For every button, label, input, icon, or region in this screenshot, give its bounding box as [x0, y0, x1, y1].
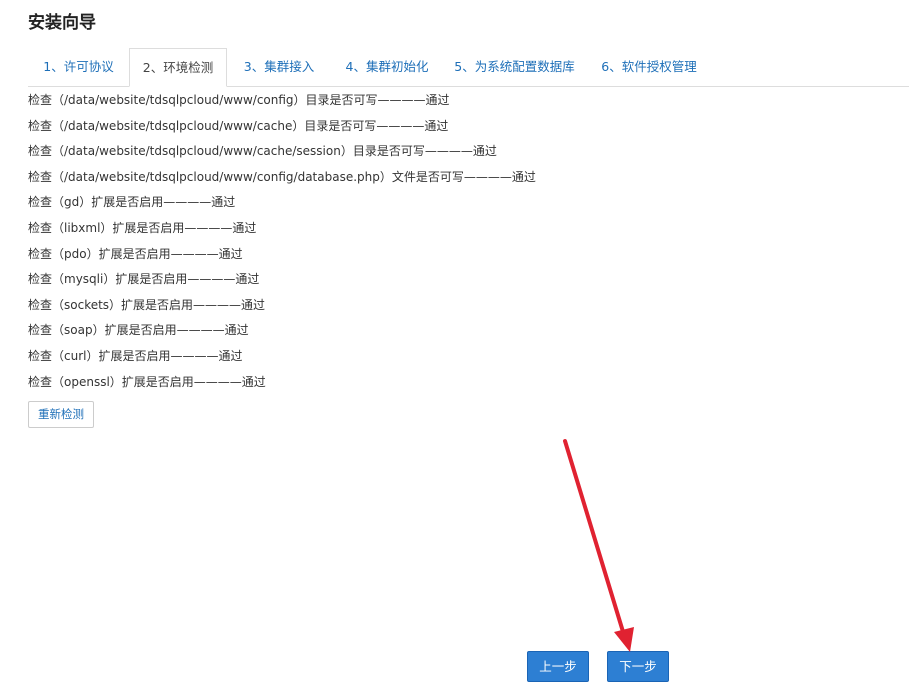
page-title: 安装向导	[28, 13, 96, 33]
check-result-line: 检查（soap）扩展是否启用————通过	[28, 323, 249, 338]
tab-cluster-access[interactable]: 3、集群接入	[227, 48, 331, 86]
prev-step-button[interactable]: 上一步	[527, 651, 589, 682]
tab-license-management[interactable]: 6、软件授权管理	[586, 48, 712, 86]
check-result-line: 检查（curl）扩展是否启用————通过	[28, 348, 243, 363]
check-result-line: 检查（mysqli）扩展是否启用————通过	[28, 272, 260, 287]
check-results-list: 检查（/data/website/tdsqlpcloud/www/config）…	[28, 88, 536, 395]
check-result-line: 检查（sockets）扩展是否启用————通过	[28, 297, 266, 312]
check-result-line: 检查（/data/website/tdsqlpcloud/www/cache/s…	[28, 144, 497, 159]
check-result-line: 检查（/data/website/tdsqlpcloud/www/config/…	[28, 169, 536, 184]
tab-license-agreement[interactable]: 1、许可协议	[28, 48, 129, 86]
tab-environment-check[interactable]: 2、环境检测	[129, 48, 227, 87]
check-result-line: 检查（libxml）扩展是否启用————通过	[28, 220, 257, 235]
next-step-button[interactable]: 下一步	[607, 651, 669, 682]
check-result-line: 检查（/data/website/tdsqlpcloud/www/cache）目…	[28, 118, 449, 133]
check-result-line: 检查（openssl）扩展是否启用————通过	[28, 374, 266, 389]
check-result-line: 检查（gd）扩展是否启用————通过	[28, 195, 236, 210]
recheck-button[interactable]: 重新检测	[28, 401, 94, 428]
wizard-tabs: 1、许可协议 2、环境检测 3、集群接入 4、集群初始化 5、为系统配置数据库 …	[28, 48, 909, 87]
check-result-line: 检查（/data/website/tdsqlpcloud/www/config）…	[28, 93, 450, 107]
tab-database-config[interactable]: 5、为系统配置数据库	[443, 48, 586, 86]
tab-cluster-init[interactable]: 4、集群初始化	[331, 48, 443, 86]
check-result-line: 检查（pdo）扩展是否启用————通过	[28, 246, 243, 261]
